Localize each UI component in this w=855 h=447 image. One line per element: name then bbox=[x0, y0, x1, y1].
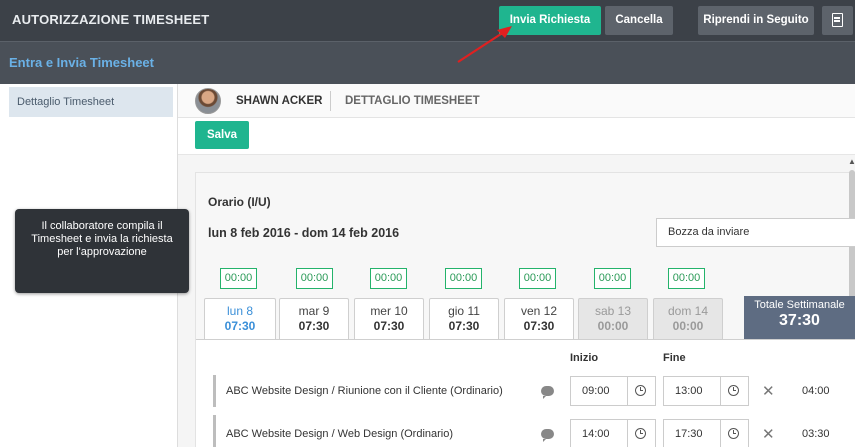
annotation-arrow bbox=[457, 26, 512, 63]
